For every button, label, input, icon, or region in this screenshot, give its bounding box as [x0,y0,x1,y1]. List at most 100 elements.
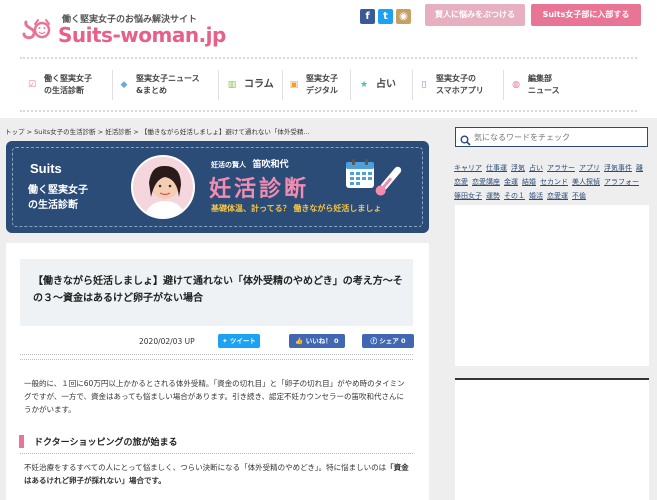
breadcrumb-separator: > [133,128,139,136]
nav-divider-bottom [20,110,637,112]
twitter-icon: ✦ [222,337,228,345]
tag-link[interactable]: アラフォー [604,178,639,186]
tag-icon: ◆ [120,80,128,90]
nav-label-line1: 編集部 [528,74,552,83]
tag-link[interactable]: キャリア [454,164,482,172]
tag-link[interactable]: 金運 [504,178,518,186]
nav-label-line2: スマホアプリ [436,86,484,95]
ad-slot[interactable] [455,378,649,500]
breadcrumb-separator: > [97,128,104,136]
banner-logo: Suits [30,161,62,176]
tag-link[interactable]: 結婚 [522,178,536,186]
facebook-icon[interactable]: f [360,9,375,24]
banner-subtitle-line1: 働く堅実女子 [28,185,88,196]
tweet-label: ツイート [229,337,256,345]
consult-button[interactable]: 賢人に悩みをぶつける [425,4,525,26]
article-title-box: 【働きながら妊活しましょ】避けて通れない「体外受精のやめどき」の考え方〜その３〜… [20,259,413,326]
tag-link[interactable]: 恋愛運 [547,192,568,200]
breadcrumb-link-diagnosis[interactable]: Suits女子の生活診断 [34,128,96,136]
nav-label-line1: 働く堅実女子 [44,74,92,83]
tag-link[interactable]: 恋愛講座 [472,178,500,186]
nav-divider [503,70,504,100]
thermometer-icon [368,161,408,201]
banner-title: 妊活診断 [209,177,310,202]
search-input[interactable] [474,128,644,146]
nav-label-line2: デジタル [306,86,338,95]
banner-subtitle-line2: の生活診断 [28,200,78,211]
nav-item-life-diagnosis[interactable]: ☑ 働く堅実女子 の生活診断 [26,70,92,100]
join-button[interactable]: Suits女子部に入部する [531,4,641,26]
tweet-button[interactable]: ✦ ツイート [218,334,260,348]
tag-link[interactable]: 占い [529,164,543,172]
like-label: いいね！ 0 [305,337,339,345]
author-avatar [131,155,195,219]
banner-tagline: 基礎体温、計ってる？ 働きながら妊活しましょ [211,204,382,213]
tag-link[interactable]: その１ [504,192,525,200]
twitter-icon[interactable]: t [378,9,393,24]
nav-item-digital[interactable]: ▣ 堅実女子 デジタル [288,70,338,100]
divider [20,354,413,355]
nav-label-line1: 堅実女子 [306,74,338,83]
ad-slot[interactable] [455,205,649,366]
author-name: 笛吹和代 [252,160,289,170]
breadcrumb-link-ninkatsu[interactable]: 妊活診断 [105,128,131,136]
logo-icon[interactable] [22,14,56,46]
nav-item-fortune[interactable]: ★ 占い [358,70,396,100]
heading-marker [19,435,24,448]
tag-link[interactable]: アラサー [547,164,575,172]
book-icon: ▥ [227,80,237,90]
category-banner[interactable]: Suits 働く堅実女子 の生活診断 妊活の賢人 笛吹和代 妊活診断 基礎体温、… [6,141,429,233]
nav-divider [218,70,219,100]
checklist-icon: ☑ [27,80,37,90]
share-button[interactable]: ⓕ シェア 0 [362,334,414,348]
tag-link[interactable]: 篠田女子 [454,192,482,200]
divider [20,359,413,360]
breadcrumb-current: 【働きながら妊活しましょ】避けて通れない「体外受精... [140,128,310,136]
article: 【働きながら妊活しましょ】避けて通れない「体外受精のやめどき」の考え方〜その３〜… [6,243,429,500]
nav-item-editorial[interactable]: ◍ 編集部ニュース [510,70,560,100]
nav-label-line2: の生活診断 [44,86,84,95]
tag-link[interactable]: 不倫 [572,192,586,200]
nav-item-app[interactable]: ▯ 堅実女子のスマホアプリ [418,70,484,100]
like-button[interactable]: 👍 いいね！ 0 [289,334,345,348]
nav-label-line1: コラム [244,79,274,90]
tag-link[interactable]: 美人探偵 [572,178,600,186]
tag-cloud: キャリア 仕事運 浮気 占い アラサー アプリ 浮気事件 離恋愛 恋愛講座 金運 結婚 セカンド 美人探… [454,161,650,203]
divider [20,453,413,454]
breadcrumb: トップ > Suits女子の生活診断 > 妊活診断 > 【働きながら妊活しましょ… [5,126,310,136]
search-icon[interactable] [460,131,471,150]
nav-divider [412,70,413,100]
speech-bubble-icon: ◍ [512,80,520,90]
tag-link[interactable]: 仕事運 [486,164,507,172]
section-heading: ドクターショッピングの旅が始まる [34,438,178,448]
feedly-icon[interactable]: ◉ [396,9,411,24]
article-intro: 一般的に、１回に60万円以上かかるとされる体外受精。「資金の切れ目」と「卵子の切… [24,379,405,414]
nav-item-column[interactable]: ▥ コラム [226,70,274,100]
tag-link[interactable]: 浮気 [511,164,525,172]
nav-item-news[interactable]: ◆ 堅実女子ニュース &まとめ [118,70,200,100]
author-label: 妊活の賢人 [211,161,246,169]
breadcrumb-link-top[interactable]: トップ [5,128,25,136]
banner-subtitle: 働く堅実女子 の生活診断 [28,183,88,213]
header-divider [20,57,637,59]
tag-link[interactable]: セカンド [540,178,568,186]
tag-link[interactable]: 婚活 [529,192,543,200]
article-body: 不妊治療をするすべての人にとって悩ましく、つらい決断になる「体外受精のやめどき」… [24,461,411,487]
tag-link[interactable]: 離 [636,164,643,172]
site-logo-text[interactable]: Suits-woman.jp [58,23,226,47]
tag-link[interactable]: 運勢 [486,192,500,200]
nav-label-line2: ニュース [528,86,560,95]
smartphone-icon: ▯ [421,80,427,90]
nav-label-line1: 占い [376,79,396,90]
nav-label-line1: 堅実女子ニュース [136,74,200,83]
nav-label-line2: &まとめ [136,86,167,95]
publish-date: 2020/02/03 UP [139,337,195,346]
share-label: シェア 0 [379,337,406,345]
nav-divider [282,70,283,100]
search-box[interactable] [455,127,648,147]
tag-link[interactable]: 浮気事件 [604,164,632,172]
nav-label-line1: 堅実女子の [436,74,476,83]
tag-link[interactable]: 恋愛 [454,178,468,186]
thumbs-up-icon: 👍 [295,337,304,345]
tag-link[interactable]: アプリ [579,164,600,172]
